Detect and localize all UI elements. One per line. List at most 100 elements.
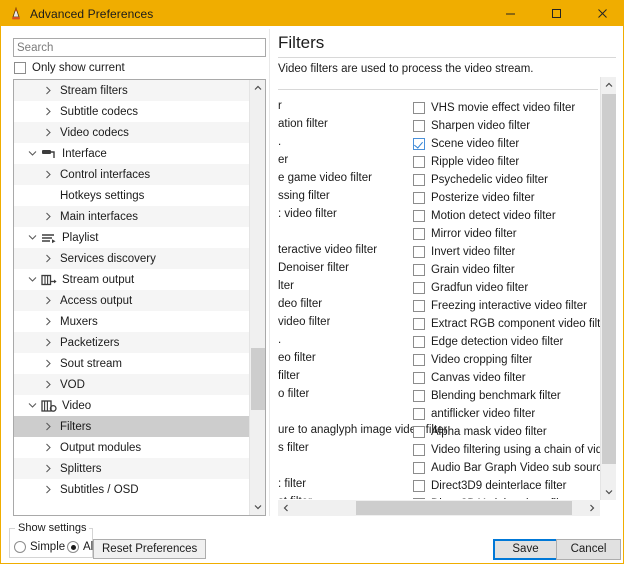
sidebar-item-control-interfaces[interactable]: Control interfaces: [14, 164, 249, 185]
chevron-right-icon[interactable]: [40, 206, 56, 227]
minimize-icon[interactable]: [487, 1, 533, 26]
only-show-current-box[interactable]: [14, 62, 26, 74]
chevron-right-icon[interactable]: [40, 80, 56, 101]
filter-checkbox-box[interactable]: [413, 102, 425, 114]
filter-checkbox-box[interactable]: [413, 174, 425, 186]
filter-checkbox-3[interactable]: Ripple video filter: [413, 153, 519, 171]
filters-scroll-thumb[interactable]: [602, 94, 616, 464]
only-show-current-checkbox[interactable]: Only show current: [14, 60, 125, 76]
filter-checkbox-box[interactable]: [413, 300, 425, 312]
chevron-right-icon[interactable]: [40, 458, 56, 479]
filter-checkbox-1[interactable]: Sharpen video filter: [413, 117, 530, 135]
filter-checkbox-10[interactable]: Gradfun video filter: [413, 279, 528, 297]
filter-checkbox-box[interactable]: [413, 282, 425, 294]
filters-scroll-right-icon[interactable]: [584, 500, 600, 516]
sidebar-item-main-interfaces[interactable]: Main interfaces: [14, 206, 249, 227]
filter-checkbox-13[interactable]: Edge detection video filter: [413, 333, 563, 351]
chevron-right-icon[interactable]: [40, 353, 56, 374]
preferences-tree[interactable]: Stream filters Subtitle codecs Video codec…: [13, 79, 266, 516]
reset-preferences-button[interactable]: Reset Preferences: [93, 539, 207, 559]
filter-checkbox-7[interactable]: Mirror video filter: [413, 225, 517, 243]
filter-checkbox-box[interactable]: [413, 246, 425, 258]
tree-scroll-thumb[interactable]: [251, 348, 265, 410]
sidebar-item-muxers[interactable]: Muxers: [14, 311, 249, 332]
tree-vertical-scrollbar[interactable]: [249, 80, 265, 515]
filter-checkbox-17[interactable]: antiflicker video filter: [413, 405, 535, 423]
filter-checkbox-box[interactable]: [413, 426, 425, 438]
filter-checkbox-21[interactable]: Direct3D9 deinterlace filter: [413, 477, 567, 495]
tree-scroll-up-icon[interactable]: [250, 80, 265, 96]
filters-scroll-up-icon[interactable]: [601, 77, 616, 93]
filter-checkbox-box[interactable]: [413, 444, 425, 456]
radio-simple[interactable]: Simple: [14, 541, 65, 553]
sidebar-item-playlist[interactable]: Playlist: [14, 227, 249, 248]
filter-checkbox-6[interactable]: Motion detect video filter: [413, 207, 556, 225]
save-button[interactable]: Save: [493, 539, 558, 560]
chevron-down-icon[interactable]: [24, 227, 40, 248]
filter-checkbox-box[interactable]: [413, 192, 425, 204]
filter-checkbox-box[interactable]: [413, 462, 425, 474]
chevron-right-icon[interactable]: [40, 290, 56, 311]
sidebar-item-interface[interactable]: Interface: [14, 143, 249, 164]
filter-checkbox-box[interactable]: [413, 228, 425, 240]
filter-checkbox-box[interactable]: [413, 210, 425, 222]
filter-checkbox-14[interactable]: Video cropping filter: [413, 351, 532, 369]
filters-scroll-area[interactable]: r VHS movie effect video filter ation filt…: [278, 77, 616, 516]
tree-scroll-down-icon[interactable]: [250, 499, 265, 515]
filter-checkbox-5[interactable]: Posterize video filter: [413, 189, 535, 207]
chevron-down-icon[interactable]: [24, 395, 40, 416]
filter-checkbox-box[interactable]: [413, 480, 425, 492]
filter-checkbox-box[interactable]: [413, 138, 425, 150]
filters-horizontal-scrollbar[interactable]: [278, 500, 600, 516]
filter-checkbox-15[interactable]: Canvas video filter: [413, 369, 526, 387]
filter-checkbox-9[interactable]: Grain video filter: [413, 261, 515, 279]
chevron-right-icon[interactable]: [40, 479, 56, 500]
sidebar-item-vod[interactable]: VOD: [14, 374, 249, 395]
chevron-down-icon[interactable]: [24, 269, 40, 290]
sidebar-item-stream-filters[interactable]: Stream filters: [14, 80, 249, 101]
filter-checkbox-box[interactable]: [413, 120, 425, 132]
sidebar-item-video[interactable]: Video: [14, 395, 249, 416]
filter-checkbox-11[interactable]: Freezing interactive video filter: [413, 297, 587, 315]
filters-vertical-scrollbar[interactable]: [600, 77, 616, 500]
filter-checkbox-box[interactable]: [413, 372, 425, 384]
filter-checkbox-box[interactable]: [413, 264, 425, 276]
chevron-right-icon[interactable]: [40, 374, 56, 395]
filter-checkbox-20[interactable]: Audio Bar Graph Video sub source: [413, 459, 600, 477]
filter-checkbox-box[interactable]: [413, 354, 425, 366]
filter-checkbox-0[interactable]: VHS movie effect video filter: [413, 99, 575, 117]
filter-checkbox-box[interactable]: [413, 318, 425, 330]
filter-checkbox-2[interactable]: Scene video filter: [413, 135, 519, 153]
filter-checkbox-box[interactable]: [413, 156, 425, 168]
chevron-down-icon[interactable]: [24, 143, 40, 164]
radio-simple-dot[interactable]: [14, 541, 26, 553]
filter-checkbox-box[interactable]: [413, 408, 425, 420]
chevron-right-icon[interactable]: [40, 101, 56, 122]
filter-checkbox-4[interactable]: Psychedelic video filter: [413, 171, 548, 189]
cancel-button[interactable]: Cancel: [556, 539, 621, 560]
chevron-right-icon[interactable]: [40, 416, 56, 437]
sidebar-item-sout-stream[interactable]: Sout stream: [14, 353, 249, 374]
sidebar-item-splitters[interactable]: Splitters: [14, 458, 249, 479]
filters-scroll-down-icon[interactable]: [601, 484, 616, 500]
filter-checkbox-19[interactable]: Video filtering using a chain of video f…: [413, 441, 600, 459]
filters-hscroll-thumb[interactable]: [356, 501, 572, 515]
filter-checkbox-12[interactable]: Extract RGB component video filter: [413, 315, 600, 333]
filters-scroll-left-icon[interactable]: [278, 500, 294, 516]
filter-checkbox-16[interactable]: Blending benchmark filter: [413, 387, 561, 405]
chevron-right-icon[interactable]: [40, 332, 56, 353]
chevron-right-icon[interactable]: [40, 248, 56, 269]
filter-checkbox-box[interactable]: [413, 336, 425, 348]
sidebar-item-services-discovery[interactable]: Services discovery: [14, 248, 249, 269]
radio-all-dot[interactable]: [67, 541, 79, 553]
filter-checkbox-box[interactable]: [413, 498, 425, 499]
chevron-right-icon[interactable]: [40, 311, 56, 332]
close-icon[interactable]: [579, 1, 623, 26]
filter-checkbox-8[interactable]: Invert video filter: [413, 243, 515, 261]
filter-checkbox-18[interactable]: Alpha mask video filter: [413, 423, 547, 441]
chevron-right-icon[interactable]: [40, 164, 56, 185]
sidebar-item-hotkeys-settings[interactable]: Hotkeys settings: [14, 185, 249, 206]
search-input[interactable]: [13, 38, 266, 57]
sidebar-item-subtitles-osd[interactable]: Subtitles / OSD: [14, 479, 249, 500]
maximize-icon[interactable]: [533, 1, 579, 26]
